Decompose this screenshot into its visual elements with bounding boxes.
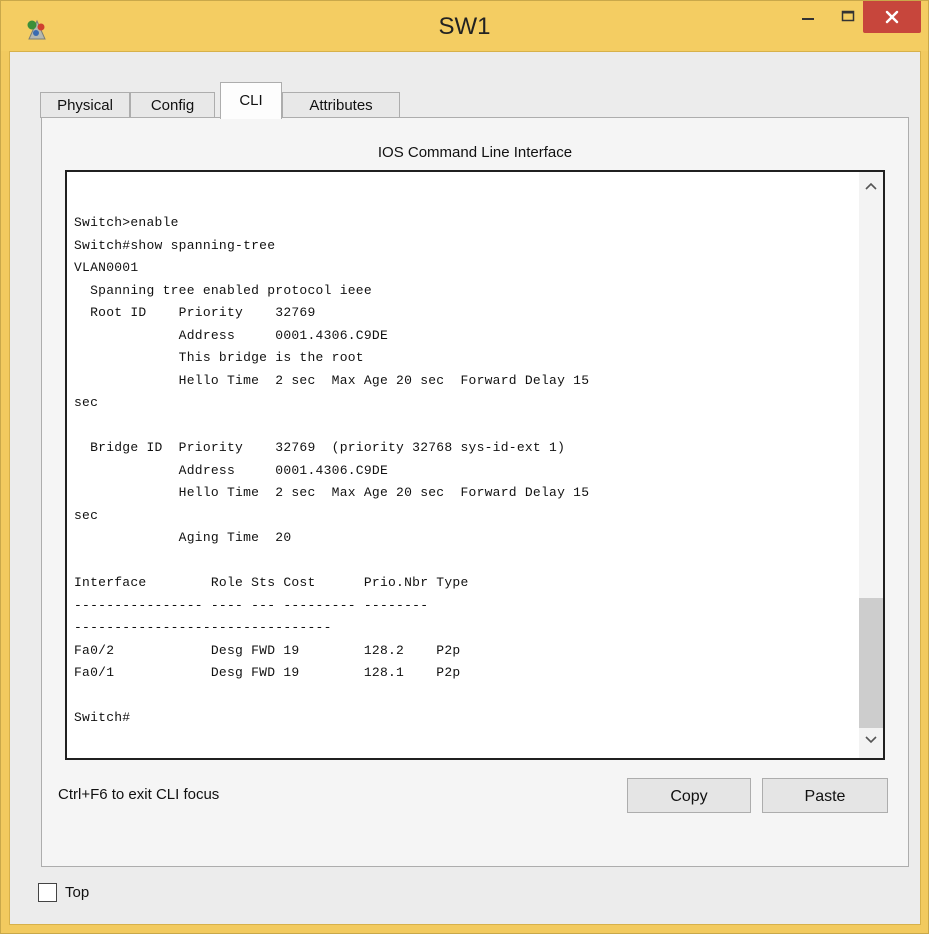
maximize-icon (841, 10, 855, 22)
cli-terminal[interactable]: Switch>enable Switch#show spanning-tree … (65, 170, 885, 760)
cli-tab-panel: IOS Command Line Interface Switch>enable… (41, 117, 909, 867)
top-option[interactable]: Top (38, 880, 89, 904)
terminal-output[interactable]: Switch>enable Switch#show spanning-tree … (74, 212, 589, 730)
tab-attributes[interactable]: Attributes (282, 92, 400, 118)
scrollbar-thumb[interactable] (859, 598, 883, 728)
vertical-scrollbar[interactable] (859, 172, 883, 758)
exit-focus-hint: Ctrl+F6 to exit CLI focus (58, 786, 220, 803)
close-button[interactable] (863, 1, 921, 33)
section-title: IOS Command Line Interface (377, 144, 573, 161)
tab-cli[interactable]: CLI (220, 82, 282, 119)
top-checkbox[interactable] (38, 882, 57, 902)
minimize-button[interactable] (791, 1, 825, 31)
window-title: SW1 (438, 13, 491, 40)
paste-button[interactable]: Paste (762, 778, 888, 813)
sw1-window: SW1 Physical Config CLI Attributes IOS C… (0, 0, 929, 934)
window-client-area: Physical Config CLI Attributes IOS Comma… (9, 51, 921, 925)
close-icon (885, 10, 899, 24)
title-bar[interactable]: SW1 (1, 1, 928, 51)
tab-physical[interactable]: Physical (40, 92, 130, 118)
tab-config[interactable]: Config (130, 92, 215, 118)
chevron-up-icon[interactable] (864, 180, 878, 192)
maximize-button[interactable] (831, 1, 865, 31)
copy-button[interactable]: Copy (627, 778, 751, 813)
minimize-icon (802, 18, 814, 20)
chevron-down-icon[interactable] (864, 734, 878, 746)
top-label: Top (65, 883, 90, 901)
